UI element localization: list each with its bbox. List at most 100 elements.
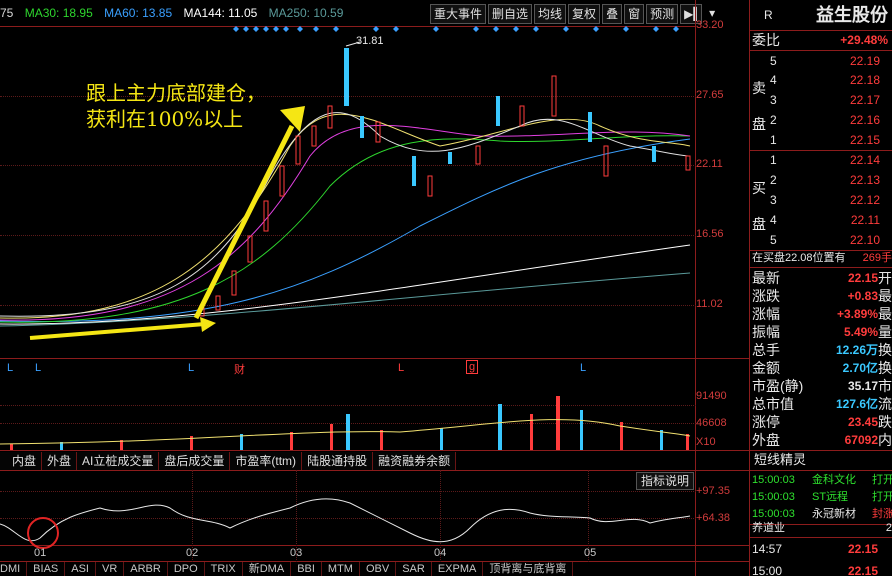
tab-outer-volume[interactable]: 外盘 bbox=[42, 452, 78, 470]
sell-row[interactable]: 2 22.16 bbox=[750, 112, 892, 128]
l-marker: L bbox=[35, 362, 42, 374]
window-button[interactable]: 窗 bbox=[624, 4, 645, 24]
buy-price: 22.13 bbox=[849, 173, 880, 187]
news-stock: 金科文化 bbox=[812, 474, 856, 486]
stat-label: 最新 bbox=[752, 270, 780, 286]
forecast-button[interactable]: 预测 bbox=[646, 4, 679, 24]
sell-level: 5 bbox=[770, 54, 777, 68]
ma144-label: MA144: 11.05 bbox=[183, 6, 258, 20]
candle-down bbox=[652, 146, 656, 162]
event-diamond-icon bbox=[533, 26, 539, 32]
stat-tail: 流 bbox=[878, 396, 892, 412]
candles bbox=[199, 48, 691, 317]
base-arrow-icon bbox=[200, 317, 216, 332]
sell-row[interactable]: 3 22.17 bbox=[750, 92, 892, 108]
tab-bbi[interactable]: BBI bbox=[291, 562, 322, 576]
tab-expma[interactable]: EXPMA bbox=[432, 562, 484, 576]
candle-up bbox=[475, 145, 481, 165]
nest-value: 2 bbox=[885, 522, 892, 534]
event-diamond-icon bbox=[593, 26, 599, 32]
stat-label: 外盘 bbox=[752, 432, 780, 448]
adjust-rights-button[interactable]: 复权 bbox=[568, 4, 601, 24]
ma-pink-line bbox=[0, 124, 691, 321]
buy-row[interactable]: 2 22.13 bbox=[750, 172, 892, 188]
buy-row[interactable]: 1 22.14 bbox=[750, 152, 892, 168]
sell-row[interactable]: 1 22.15 bbox=[750, 132, 892, 148]
l-marker: L bbox=[188, 362, 195, 374]
news-title[interactable]: 短线精灵 bbox=[750, 451, 892, 469]
tab-northbound-holdings[interactable]: 陆股通持股 bbox=[302, 452, 374, 470]
event-diamond-icon bbox=[273, 26, 279, 32]
order-notice-text: 在买盘22.08位置有 bbox=[752, 252, 846, 264]
tab-pe-ttm[interactable]: 市盈率(ttm) bbox=[230, 452, 303, 470]
tab-ai-volume[interactable]: AI立桩成交量 bbox=[77, 452, 160, 470]
tab-new-dma[interactable]: 新DMA bbox=[243, 562, 292, 576]
ma-prefix: 75 bbox=[0, 6, 14, 20]
order-notice: 在买盘22.08位置有 269手 bbox=[750, 250, 892, 266]
sell-row[interactable]: 4 22.18 bbox=[750, 72, 892, 88]
tab-vr[interactable]: VR bbox=[96, 562, 125, 576]
news-row[interactable]: 15:00:03 ST远程 打开 bbox=[750, 489, 892, 505]
tab-bias[interactable]: BIAS bbox=[27, 562, 66, 576]
tab-asi[interactable]: ASI bbox=[65, 562, 96, 576]
candle-up bbox=[295, 135, 301, 165]
tick-row: 15:00 22.15 bbox=[750, 563, 892, 576]
stat-tail: 市 bbox=[878, 378, 892, 394]
tab-sar[interactable]: SAR bbox=[396, 562, 432, 576]
annotation-line-1: 跟上主力底部建仓， bbox=[86, 81, 266, 105]
volume-ma-line bbox=[0, 419, 691, 445]
volume-bar bbox=[498, 404, 502, 450]
candle-down bbox=[412, 156, 416, 186]
tab-inner-volume[interactable]: 内盘 bbox=[0, 452, 43, 470]
stat-value: 2.70亿 bbox=[842, 361, 878, 375]
buy-row[interactable]: 5 22.10 bbox=[750, 232, 892, 248]
tab-margin-balance[interactable]: 融资融券余额 bbox=[373, 452, 457, 470]
tab-obv[interactable]: OBV bbox=[360, 562, 397, 576]
buy-row[interactable]: 4 22.11 bbox=[750, 212, 892, 228]
sell-level: 1 bbox=[770, 133, 777, 147]
stat-value: 12.26万 bbox=[835, 343, 878, 357]
stat-value: 22.15 bbox=[847, 271, 878, 285]
divider bbox=[750, 150, 892, 151]
candlestick-chart[interactable] bbox=[0, 26, 696, 358]
tab-after-hours-volume[interactable]: 盘后成交量 bbox=[159, 452, 231, 470]
stat-label: 涨幅 bbox=[752, 306, 780, 322]
event-diamond-icon bbox=[263, 26, 269, 32]
stat-value: 23.45 bbox=[847, 415, 878, 429]
overlay-button[interactable]: 叠 bbox=[602, 4, 623, 24]
stat-row: 金额 2.70亿换 bbox=[750, 360, 892, 376]
sell-row[interactable]: 5 22.19 bbox=[750, 53, 892, 69]
stat-row: 最新 22.15 开 bbox=[750, 270, 892, 286]
candle-up bbox=[215, 295, 221, 311]
news-row[interactable]: 15:00:03 金科文化 打开 bbox=[750, 472, 892, 488]
candle-down bbox=[496, 96, 500, 126]
l-marker: L bbox=[7, 362, 14, 374]
tab-dmi[interactable]: DMI bbox=[0, 562, 28, 576]
tab-trix[interactable]: TRIX bbox=[205, 562, 243, 576]
stat-label: 市盈(静) bbox=[752, 378, 804, 394]
g-tag[interactable]: g bbox=[466, 360, 479, 374]
stat-tail: 最 bbox=[878, 288, 892, 304]
buy-level: 5 bbox=[770, 233, 777, 247]
remove-watchlist-button[interactable]: 删自选 bbox=[488, 4, 533, 24]
moving-average-button[interactable]: 均线 bbox=[534, 4, 567, 24]
candle-up bbox=[311, 125, 317, 147]
stat-tail: 跌 bbox=[878, 414, 892, 430]
price-tick: 27.65 bbox=[696, 89, 724, 101]
stat-tail: 开 bbox=[878, 270, 892, 286]
stock-name: 益生股份 bbox=[816, 5, 888, 25]
candle-up bbox=[551, 75, 557, 117]
event-diamond-icon bbox=[513, 26, 519, 32]
stat-row: 市盈(静) 35.17 市 bbox=[750, 378, 892, 394]
ma250-label: MA250: 10.59 bbox=[268, 6, 344, 20]
tab-dpo[interactable]: DPO bbox=[168, 562, 205, 576]
stat-label: 振幅 bbox=[752, 324, 780, 340]
candle-down bbox=[344, 48, 349, 106]
stat-row: 外盘 67092 内 bbox=[750, 432, 892, 448]
volume-chart[interactable] bbox=[0, 374, 696, 450]
tab-arbr[interactable]: ARBR bbox=[124, 562, 168, 576]
tab-divergence[interactable]: 顶背离与底背离 bbox=[483, 562, 574, 576]
major-events-button[interactable]: 重大事件 bbox=[430, 4, 487, 24]
tab-mtm[interactable]: MTM bbox=[322, 562, 360, 576]
buy-row[interactable]: 3 22.12 bbox=[750, 192, 892, 208]
